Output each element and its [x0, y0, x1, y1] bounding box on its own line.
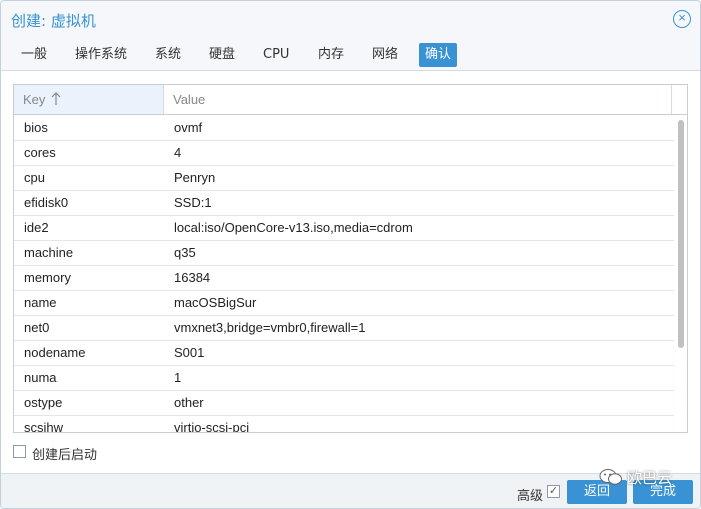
row-key: name: [24, 295, 57, 310]
tab-memory[interactable]: 内存: [312, 43, 350, 67]
table-row[interactable]: efidisk0 SSD:1: [14, 191, 674, 216]
tab-general[interactable]: 一般: [15, 43, 53, 67]
title-bar: 创建: 虚拟机 ×: [1, 1, 700, 37]
table-row[interactable]: name macOSBigSur: [14, 291, 674, 316]
row-key: scsihw: [24, 420, 64, 433]
row-value: virtio-scsi-pci: [174, 420, 250, 433]
grid-rows: bios ovmf cores 4 cpu Penryn efidisk0 SSD:1 …: [14, 116, 674, 433]
row-value: vmxnet3,bridge=vmbr0,firewall=1: [174, 320, 366, 335]
column-header-key-label: Key: [23, 92, 46, 107]
dialog-footer: 高级 ✓ 返回 完成: [1, 473, 700, 508]
row-value: other: [174, 395, 204, 410]
wechat-icon: [599, 469, 622, 485]
table-row[interactable]: machine q35: [14, 241, 674, 266]
confirm-panel: Key Value bios ovmf cores 4 cpu Penryn efid…: [1, 72, 700, 473]
row-value: Penryn: [174, 170, 216, 185]
wizard-tabs: 一般 操作系统 系统 硬盘 CPU 内存 网络 确认: [1, 37, 700, 71]
row-key: ide2: [24, 220, 49, 235]
table-row[interactable]: ide2 local:iso/OpenCore-v13.iso,media=cdr…: [14, 216, 674, 241]
scrollbar-thumb[interactable]: [678, 120, 684, 348]
watermark: 欧巴云: [599, 467, 672, 488]
row-key: nodename: [24, 345, 86, 360]
sort-ascending-icon: [51, 92, 61, 105]
table-row[interactable]: ostype other: [14, 391, 674, 416]
row-value: SSD:1: [174, 195, 212, 210]
column-header-key[interactable]: Key: [14, 85, 164, 114]
tab-cpu[interactable]: CPU: [257, 43, 295, 67]
row-key: net0: [24, 320, 50, 335]
table-row[interactable]: net0 vmxnet3,bridge=vmbr0,firewall=1: [14, 316, 674, 341]
row-key: efidisk0: [24, 195, 69, 210]
table-row[interactable]: numa 1: [14, 366, 674, 391]
grid-scrollbar[interactable]: [676, 116, 686, 432]
watermark-text: 欧巴云: [627, 469, 673, 487]
dialog-title: 创建: 虚拟机: [11, 12, 96, 30]
table-row[interactable]: cpu Penryn: [14, 166, 674, 191]
row-key: numa: [24, 370, 57, 385]
table-row[interactable]: cores 4: [14, 141, 674, 166]
row-value: q35: [174, 245, 196, 260]
column-header-value[interactable]: Value: [164, 85, 672, 114]
row-key: cpu: [24, 170, 45, 185]
row-key: machine: [24, 245, 74, 260]
row-value: macOSBigSur: [174, 295, 257, 310]
settings-grid: Key Value bios ovmf cores 4 cpu Penryn efid…: [13, 84, 688, 433]
tab-os[interactable]: 操作系统: [69, 43, 133, 67]
row-value: 4: [174, 145, 182, 160]
autostart-checkbox[interactable]: [13, 445, 26, 458]
row-value: 16384: [174, 270, 211, 285]
tab-disk[interactable]: 硬盘: [203, 43, 241, 67]
advanced-checkbox[interactable]: ✓: [547, 485, 560, 498]
row-value: ovmf: [174, 120, 203, 135]
tab-network[interactable]: 网络: [366, 43, 404, 67]
advanced-label: 高级: [517, 489, 544, 504]
row-key: bios: [24, 120, 48, 135]
table-row[interactable]: bios ovmf: [14, 116, 674, 141]
row-key: cores: [24, 145, 56, 160]
table-row[interactable]: nodename S001: [14, 341, 674, 366]
table-row[interactable]: memory 16384: [14, 266, 674, 291]
row-value: 1: [174, 370, 182, 385]
grid-header: Key Value: [14, 85, 687, 115]
table-row[interactable]: scsihw virtio-scsi-pci: [14, 416, 674, 433]
autostart-label: 创建后启动: [32, 448, 98, 463]
tab-confirm[interactable]: 确认: [419, 43, 458, 67]
row-value: local:iso/OpenCore-v13.iso,media=cdrom: [174, 220, 413, 235]
row-value: S001: [174, 345, 205, 360]
close-icon[interactable]: ×: [673, 10, 691, 28]
column-header-filler: [672, 85, 687, 114]
dialog-window: 创建: 虚拟机 × 一般 操作系统 系统 硬盘 CPU 内存 网络 确认 Key…: [0, 0, 701, 509]
tab-system[interactable]: 系统: [149, 43, 187, 67]
row-key: memory: [24, 270, 71, 285]
row-key: ostype: [24, 395, 63, 410]
